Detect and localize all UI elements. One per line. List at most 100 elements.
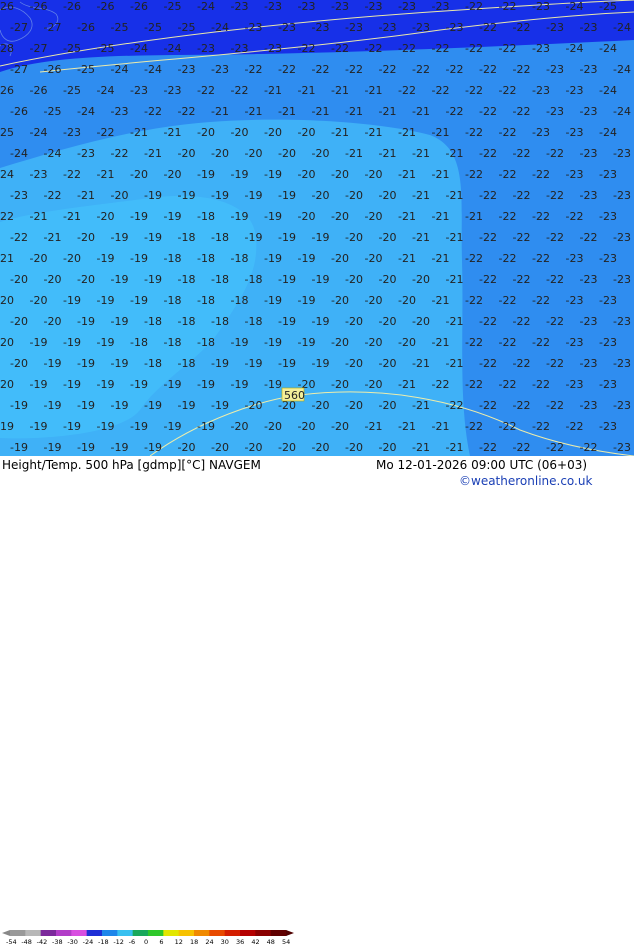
colorbar-tick: -24: [83, 938, 94, 945]
temp-label: -21: [432, 210, 450, 223]
temp-label: -22: [513, 63, 531, 76]
temp-label: -19: [63, 294, 81, 307]
temp-label: -22: [513, 147, 531, 160]
temp-label: -21: [432, 420, 450, 433]
temp-label: -20: [331, 294, 349, 307]
temp-label: -22: [10, 231, 28, 244]
temp-label: -25: [97, 42, 115, 55]
temp-label: -21: [164, 126, 182, 139]
temp-label: -22: [532, 210, 550, 223]
temp-label: -20: [345, 399, 363, 412]
temp-label: -22: [546, 231, 564, 244]
temp-label: -22: [499, 84, 517, 97]
temp-label: -23: [532, 84, 550, 97]
temp-label: -20: [264, 420, 282, 433]
temp-label: -22: [379, 63, 397, 76]
temp-label: -23: [613, 147, 631, 160]
colorbar-tick: -18: [98, 938, 109, 945]
colorbar-tick: -38: [52, 938, 63, 945]
colorbar-segment: [209, 930, 226, 936]
temp-label: -21: [465, 210, 483, 223]
temp-label: -18: [130, 336, 148, 349]
temp-label: -22: [499, 420, 517, 433]
credit-link[interactable]: ©weatheronline.co.uk: [459, 474, 592, 488]
temp-label: -25: [63, 42, 81, 55]
temp-label: -22: [479, 189, 497, 202]
temp-label: -18: [178, 273, 196, 286]
temp-label: -24: [97, 84, 115, 97]
temp-label: -20: [0, 378, 14, 391]
temp-label: -18: [231, 252, 249, 265]
temp-label: -19: [312, 273, 330, 286]
temp-label: -19: [278, 231, 296, 244]
temp-label: -18: [197, 336, 215, 349]
temp-label: -18: [164, 336, 182, 349]
temp-label: -23: [432, 0, 450, 13]
temp-label: -19: [130, 378, 148, 391]
temp-label: -23: [566, 252, 584, 265]
temp-label: -19: [44, 441, 62, 454]
temp-label: -20: [345, 441, 363, 454]
temp-label: -19: [264, 378, 282, 391]
temp-label: -19: [245, 189, 263, 202]
temp-label: -24: [164, 42, 182, 55]
temp-label: -22: [63, 168, 81, 181]
temp-label: -22: [546, 357, 564, 370]
temp-label: -20: [365, 336, 383, 349]
temp-label: -21: [30, 210, 48, 223]
temp-label: -22: [465, 168, 483, 181]
temp-label: -22: [465, 294, 483, 307]
temp-label: -18: [245, 315, 263, 328]
colorbar-tick: -12: [113, 938, 124, 945]
temp-label: -22: [532, 378, 550, 391]
temp-label: -22: [546, 315, 564, 328]
temp-label: -19: [111, 273, 129, 286]
temp-label: -20: [312, 441, 330, 454]
colorbar-segment: [194, 930, 210, 936]
temp-label: -22: [532, 420, 550, 433]
colorbar-tick: -42: [37, 938, 48, 945]
temp-label: -19: [130, 210, 148, 223]
temp-label: -19: [144, 231, 162, 244]
temp-label: -23: [566, 126, 584, 139]
temp-label: -19: [197, 420, 215, 433]
temp-label: -21: [97, 168, 115, 181]
temp-label: -19: [111, 315, 129, 328]
temp-label: -19: [44, 357, 62, 370]
temp-label: -21: [446, 189, 464, 202]
colorbar-segment: [102, 930, 118, 936]
temp-label: -20: [197, 126, 215, 139]
temp-label: -19: [130, 252, 148, 265]
temp-label: -27: [44, 21, 62, 34]
temp-label: -19: [164, 378, 182, 391]
temp-label: -19: [10, 399, 28, 412]
temp-label: -20: [111, 189, 129, 202]
temp-label: -23: [613, 315, 631, 328]
temp-label: -23: [264, 42, 282, 55]
temp-label: -18: [178, 357, 196, 370]
temp-label: -23: [613, 231, 631, 244]
temp-label: -27: [10, 21, 28, 34]
temp-label: -22: [446, 63, 464, 76]
temp-label: -19: [178, 399, 196, 412]
temp-label: -20: [211, 441, 229, 454]
temp-label: -22: [312, 63, 330, 76]
temp-label: -19: [63, 420, 81, 433]
temp-label: -20: [398, 294, 416, 307]
temp-label: -22: [499, 168, 517, 181]
temp-label: -19: [111, 357, 129, 370]
temp-label: -27: [10, 63, 28, 76]
temp-label: -25: [77, 63, 95, 76]
temp-label: -24: [77, 105, 95, 118]
temp-label: -19: [312, 231, 330, 244]
temp-label: -21: [398, 168, 416, 181]
colorbar-segment: [56, 930, 72, 936]
forecast-datetime: Mo 12-01-2026 09:00 UTC (06+03): [376, 458, 588, 472]
temp-label: -22: [546, 273, 564, 286]
temp-label: -20: [365, 378, 383, 391]
temp-label: -20: [412, 315, 430, 328]
temp-label: -21: [446, 441, 464, 454]
temp-label: -22: [465, 84, 483, 97]
temp-label: -22: [532, 252, 550, 265]
temp-label: -19: [130, 294, 148, 307]
